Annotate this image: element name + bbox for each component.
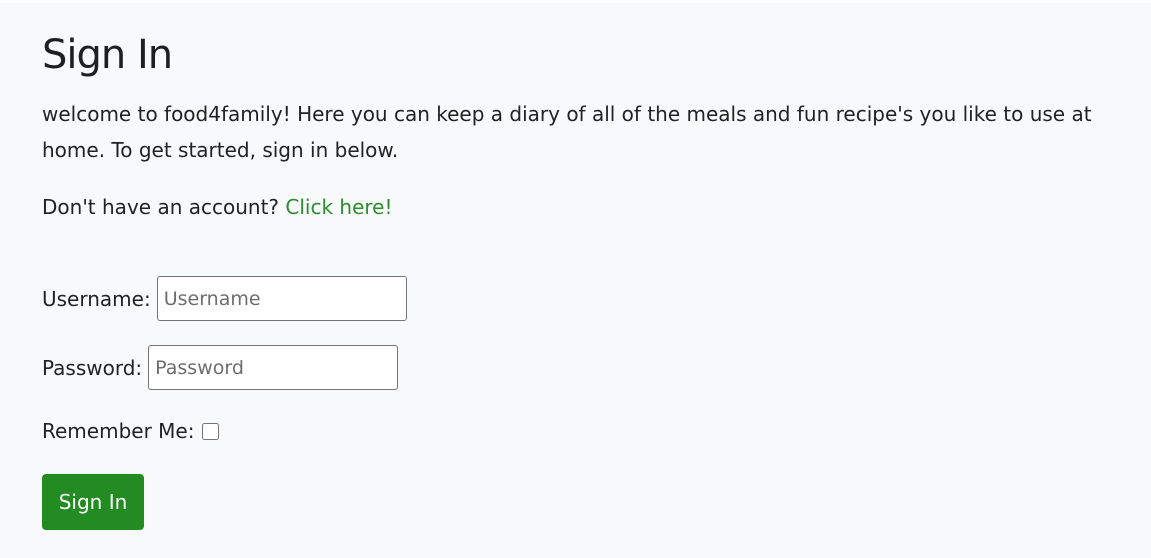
username-input[interactable] [156, 276, 407, 321]
sign-in-page: Sign In welcome to food4family! Here you… [0, 3, 1151, 558]
remember-me-row: Remember Me: [42, 415, 220, 447]
password-input[interactable] [148, 345, 399, 390]
remember-me-label: Remember Me: [42, 419, 195, 443]
username-row: Username: [42, 276, 407, 321]
signup-prompt-line: Don't have an account? Click here! [42, 191, 393, 223]
password-label: Password: [42, 355, 143, 380]
sign-in-button[interactable]: Sign In [42, 474, 144, 530]
page-title: Sign In [42, 32, 173, 78]
password-row: Password: [42, 345, 399, 390]
username-label: Username: [42, 286, 151, 311]
intro-text: welcome to food4family! Here you can kee… [42, 102, 1092, 162]
remember-me-checkbox[interactable] [202, 422, 220, 440]
signup-prompt-text: Don't have an account? [42, 195, 280, 219]
signup-link[interactable]: Click here! [285, 195, 392, 219]
